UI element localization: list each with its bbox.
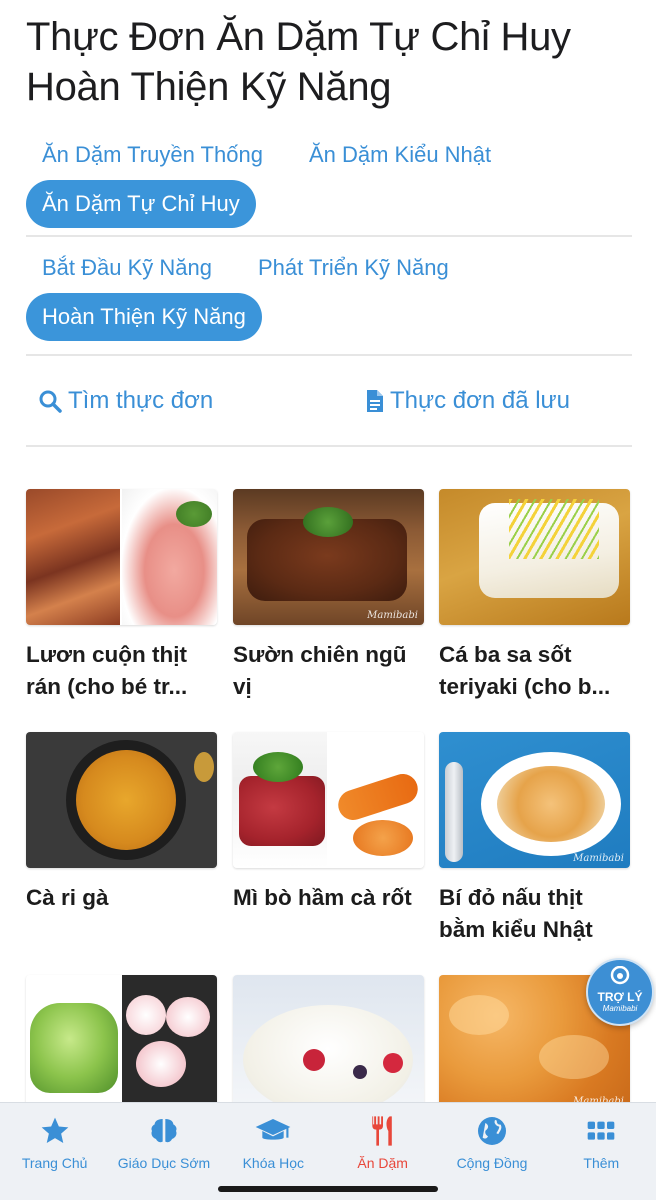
- divider: [26, 235, 632, 237]
- tab-an-dam-kieu-nhat[interactable]: Ăn Dặm Kiểu Nhật: [293, 131, 507, 179]
- brain-icon: [151, 1119, 177, 1143]
- tab-hoan-thien-ky-nang[interactable]: Hoàn Thiện Kỹ Năng: [26, 293, 262, 341]
- tab-an-dam-truyen-thong[interactable]: Ăn Dặm Truyền Thống: [26, 131, 279, 179]
- tab-trang-chu[interactable]: Trang Chủ: [0, 1103, 109, 1200]
- recipe-image: [233, 732, 424, 868]
- recipe-title: Bí đỏ nấu thịt bằm kiểu Nhật: [439, 885, 593, 942]
- recipe-title: Cà ri gà: [26, 885, 109, 910]
- tab-phat-trien-ky-nang[interactable]: Phát Triển Kỹ Năng: [242, 244, 465, 292]
- grid-icon: [587, 1121, 615, 1140]
- saved-recipes-button[interactable]: Thực đơn đã lưu: [366, 378, 570, 424]
- recipe-title: Lươn cuộn thịt rán (cho bé tr...: [26, 642, 188, 699]
- assistant-icon: [610, 965, 630, 985]
- style-tabs-row-1: Ăn Dặm Truyền Thống Ăn Dặm Kiểu Nhật: [26, 131, 513, 179]
- recipe-image: [233, 975, 424, 1111]
- tab-label: Ăn Dặm: [357, 1155, 408, 1171]
- search-recipes-label: Tìm thực đơn: [68, 387, 214, 414]
- recipe-image: [26, 975, 217, 1111]
- saved-recipes-label: Thực đơn đã lưu: [390, 387, 570, 414]
- recipe-card[interactable]: [233, 975, 424, 1111]
- tab-label: Giáo Dục Sớm: [117, 1155, 211, 1171]
- recipe-card[interactable]: Mamibabi Sườn chiên ngũ vị: [233, 489, 424, 703]
- search-icon: [39, 390, 62, 413]
- tab-label: Cộng Đồng: [456, 1155, 528, 1171]
- tab-cong-dong[interactable]: Cộng Đồng: [437, 1103, 546, 1200]
- tab-an-dam-tu-chi-huy[interactable]: Ăn Dặm Tự Chỉ Huy: [26, 180, 256, 228]
- recipe-card[interactable]: Cà ri gà: [26, 732, 217, 914]
- assistant-brand: Mamibabi: [602, 1004, 638, 1013]
- divider: [26, 445, 632, 447]
- globe-icon: [477, 1117, 506, 1145]
- recipe-image: [439, 489, 630, 625]
- star-icon: [41, 1117, 68, 1143]
- recipe-card[interactable]: [26, 975, 217, 1111]
- recipe-image: Mamibabi: [439, 732, 630, 868]
- recipe-title: Cá ba sa sốt teriyaki (cho b...: [439, 642, 611, 699]
- divider: [26, 354, 632, 356]
- recipe-card[interactable]: Lươn cuộn thịt rán (cho bé tr...: [26, 489, 217, 703]
- recipe-title: Mì bò hầm cà rốt: [233, 885, 412, 910]
- stage-tabs-row-2: Hoàn Thiện Kỹ Năng: [26, 293, 268, 341]
- fork-knife-icon: [371, 1116, 392, 1146]
- tab-giao-duc-som[interactable]: Giáo Dục Sớm: [109, 1103, 218, 1200]
- tab-label: Khóa Học: [242, 1155, 305, 1171]
- tab-bat-dau-ky-nang[interactable]: Bắt Đầu Kỹ Năng: [26, 244, 228, 292]
- recipe-image: Mamibabi: [233, 489, 424, 625]
- page-title: Thực Đơn Ăn Dặm Tự Chỉ Huy Hoàn Thiện Kỹ…: [26, 15, 571, 109]
- graduation-cap-icon: [255, 1119, 291, 1140]
- recipe-image: [26, 732, 217, 868]
- tab-label: Trang Chủ: [21, 1155, 88, 1171]
- recipe-image: [26, 489, 217, 625]
- recipe-card[interactable]: Cá ba sa sốt teriyaki (cho b...: [439, 489, 630, 703]
- home-indicator: [218, 1186, 438, 1192]
- tab-label: Thêm: [583, 1155, 620, 1171]
- assistant-label: TRỢ LÝ: [597, 990, 643, 1004]
- recipe-card[interactable]: Mì bò hầm cà rốt: [233, 732, 424, 914]
- recipe-title: Sườn chiên ngũ vị: [233, 642, 407, 699]
- tab-them[interactable]: Thêm: [547, 1103, 656, 1200]
- watermark: Mamibabi: [573, 853, 624, 864]
- watermark: Mamibabi: [367, 610, 418, 621]
- search-recipes-button[interactable]: Tìm thực đơn: [38, 378, 213, 424]
- assistant-button[interactable]: TRỢ LÝ Mamibabi: [586, 958, 654, 1026]
- document-icon: [367, 390, 383, 412]
- stage-tabs-row-1: Bắt Đầu Kỹ Năng Phát Triển Kỹ Năng: [26, 244, 471, 292]
- recipe-card[interactable]: Mamibabi Bí đỏ nấu thịt bằm kiểu Nhật: [439, 732, 630, 946]
- style-tabs-row-2: Ăn Dặm Tự Chỉ Huy: [26, 180, 262, 228]
